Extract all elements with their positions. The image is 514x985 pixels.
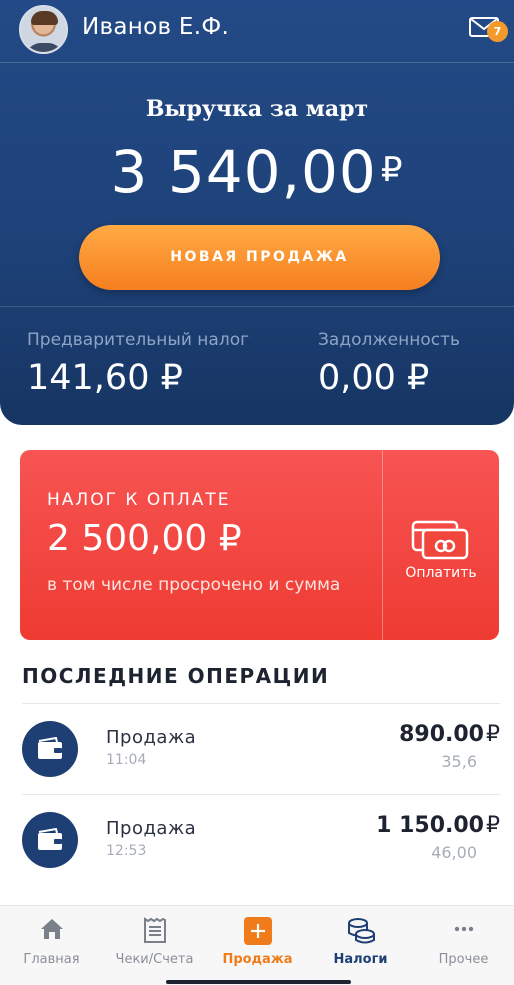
summary-divider (0, 306, 514, 307)
credit-cards-icon[interactable] (411, 520, 469, 560)
tab-bar: Главная Чеки/Счета Продажа Налоги Прочее (0, 905, 514, 985)
tab-home-label: Главная (23, 952, 80, 967)
tab-receipts[interactable]: Чеки/Счета (103, 906, 206, 985)
operation-name: Продажа (106, 727, 197, 748)
operation-time: 12:53 (106, 843, 147, 859)
revenue-amount-value: 3 540,00 (110, 138, 377, 206)
tab-home[interactable]: Главная (0, 906, 103, 985)
plus-icon-glyph (243, 917, 272, 945)
tax-due-amount: 2 500,00 ₽ (47, 518, 242, 559)
operations-divider (22, 703, 500, 704)
user-name[interactable]: Иванов Е.Ф. (82, 14, 229, 40)
tab-taxes-label: Налоги (333, 952, 388, 967)
home-indicator (166, 980, 351, 984)
operation-amount: 1 150.00₽ (376, 813, 500, 838)
avatar-shirt (25, 43, 64, 52)
prepaid-tax-label: Предварительный налог (27, 330, 250, 350)
home-icon-glyph (40, 919, 63, 939)
coins-icon (309, 917, 412, 945)
notifications-badge: 7 (487, 21, 508, 42)
tax-due-note: в том числе просрочено и сумма (47, 575, 341, 595)
operation-amount-value: 1 150.00 (376, 813, 484, 838)
recent-operations-title: ПОСЛЕДНИЕ ОПЕРАЦИИ (22, 664, 330, 688)
tax-due-card[interactable]: НАЛОГ К ОПЛАТЕ 2 500,00 ₽ в том числе пр… (20, 450, 499, 640)
operation-currency: ₽ (486, 813, 500, 838)
tab-receipts-label: Чеки/Счета (115, 952, 194, 967)
home-icon (0, 917, 103, 945)
operation-tax: 46,00 (431, 843, 477, 862)
revenue-amount: 3 540,00 ₽ (0, 138, 514, 206)
plus-icon (206, 917, 309, 945)
operation-name: Продажа (106, 818, 197, 839)
operations-divider (22, 794, 500, 795)
new-sale-button[interactable]: НОВАЯ ПРОДАЖА (79, 225, 440, 290)
tab-sale-label: Продажа (222, 952, 293, 967)
more-icon (412, 917, 514, 945)
pay-button-label[interactable]: Оплатить (383, 565, 499, 581)
summary-panel: Иванов Е.Ф. 7 Выручка за март 3 540,00 ₽ … (0, 0, 514, 425)
receipt-icon-glyph (143, 917, 166, 943)
top-bar-divider (0, 62, 514, 63)
avatar-hair (31, 11, 58, 25)
wallet-icon (22, 721, 78, 777)
prepaid-tax-value: 141,60 ₽ (27, 358, 183, 398)
operation-tax: 35,6 (441, 752, 477, 771)
tab-sale[interactable]: Продажа (206, 906, 309, 985)
coins-icon-glyph (347, 918, 375, 944)
tab-more-label: Прочее (438, 952, 489, 967)
wallet-icon (22, 812, 78, 868)
receipt-icon (103, 917, 206, 945)
tab-more[interactable]: Прочее (412, 906, 514, 985)
wallet-icon-glyph (38, 828, 62, 850)
operation-time: 11:04 (106, 752, 147, 768)
operation-currency: ₽ (486, 722, 500, 747)
tab-taxes[interactable]: Налоги (309, 906, 412, 985)
operation-amount: 890.00₽ (399, 722, 500, 747)
user-avatar[interactable] (19, 5, 68, 54)
debt-value: 0,00 ₽ (318, 358, 430, 398)
operation-amount-value: 890.00 (399, 722, 484, 747)
revenue-title: Выручка за март (145, 96, 369, 122)
tax-due-label: НАЛОГ К ОПЛАТЕ (47, 490, 231, 510)
wallet-icon-glyph (38, 737, 62, 759)
revenue-currency: ₽ (380, 150, 404, 190)
tax-card-divider (382, 450, 383, 640)
debt-label: Задолженность (318, 330, 461, 350)
top-bar: Иванов Е.Ф. 7 (0, 0, 514, 62)
more-icon-glyph (454, 926, 473, 932)
